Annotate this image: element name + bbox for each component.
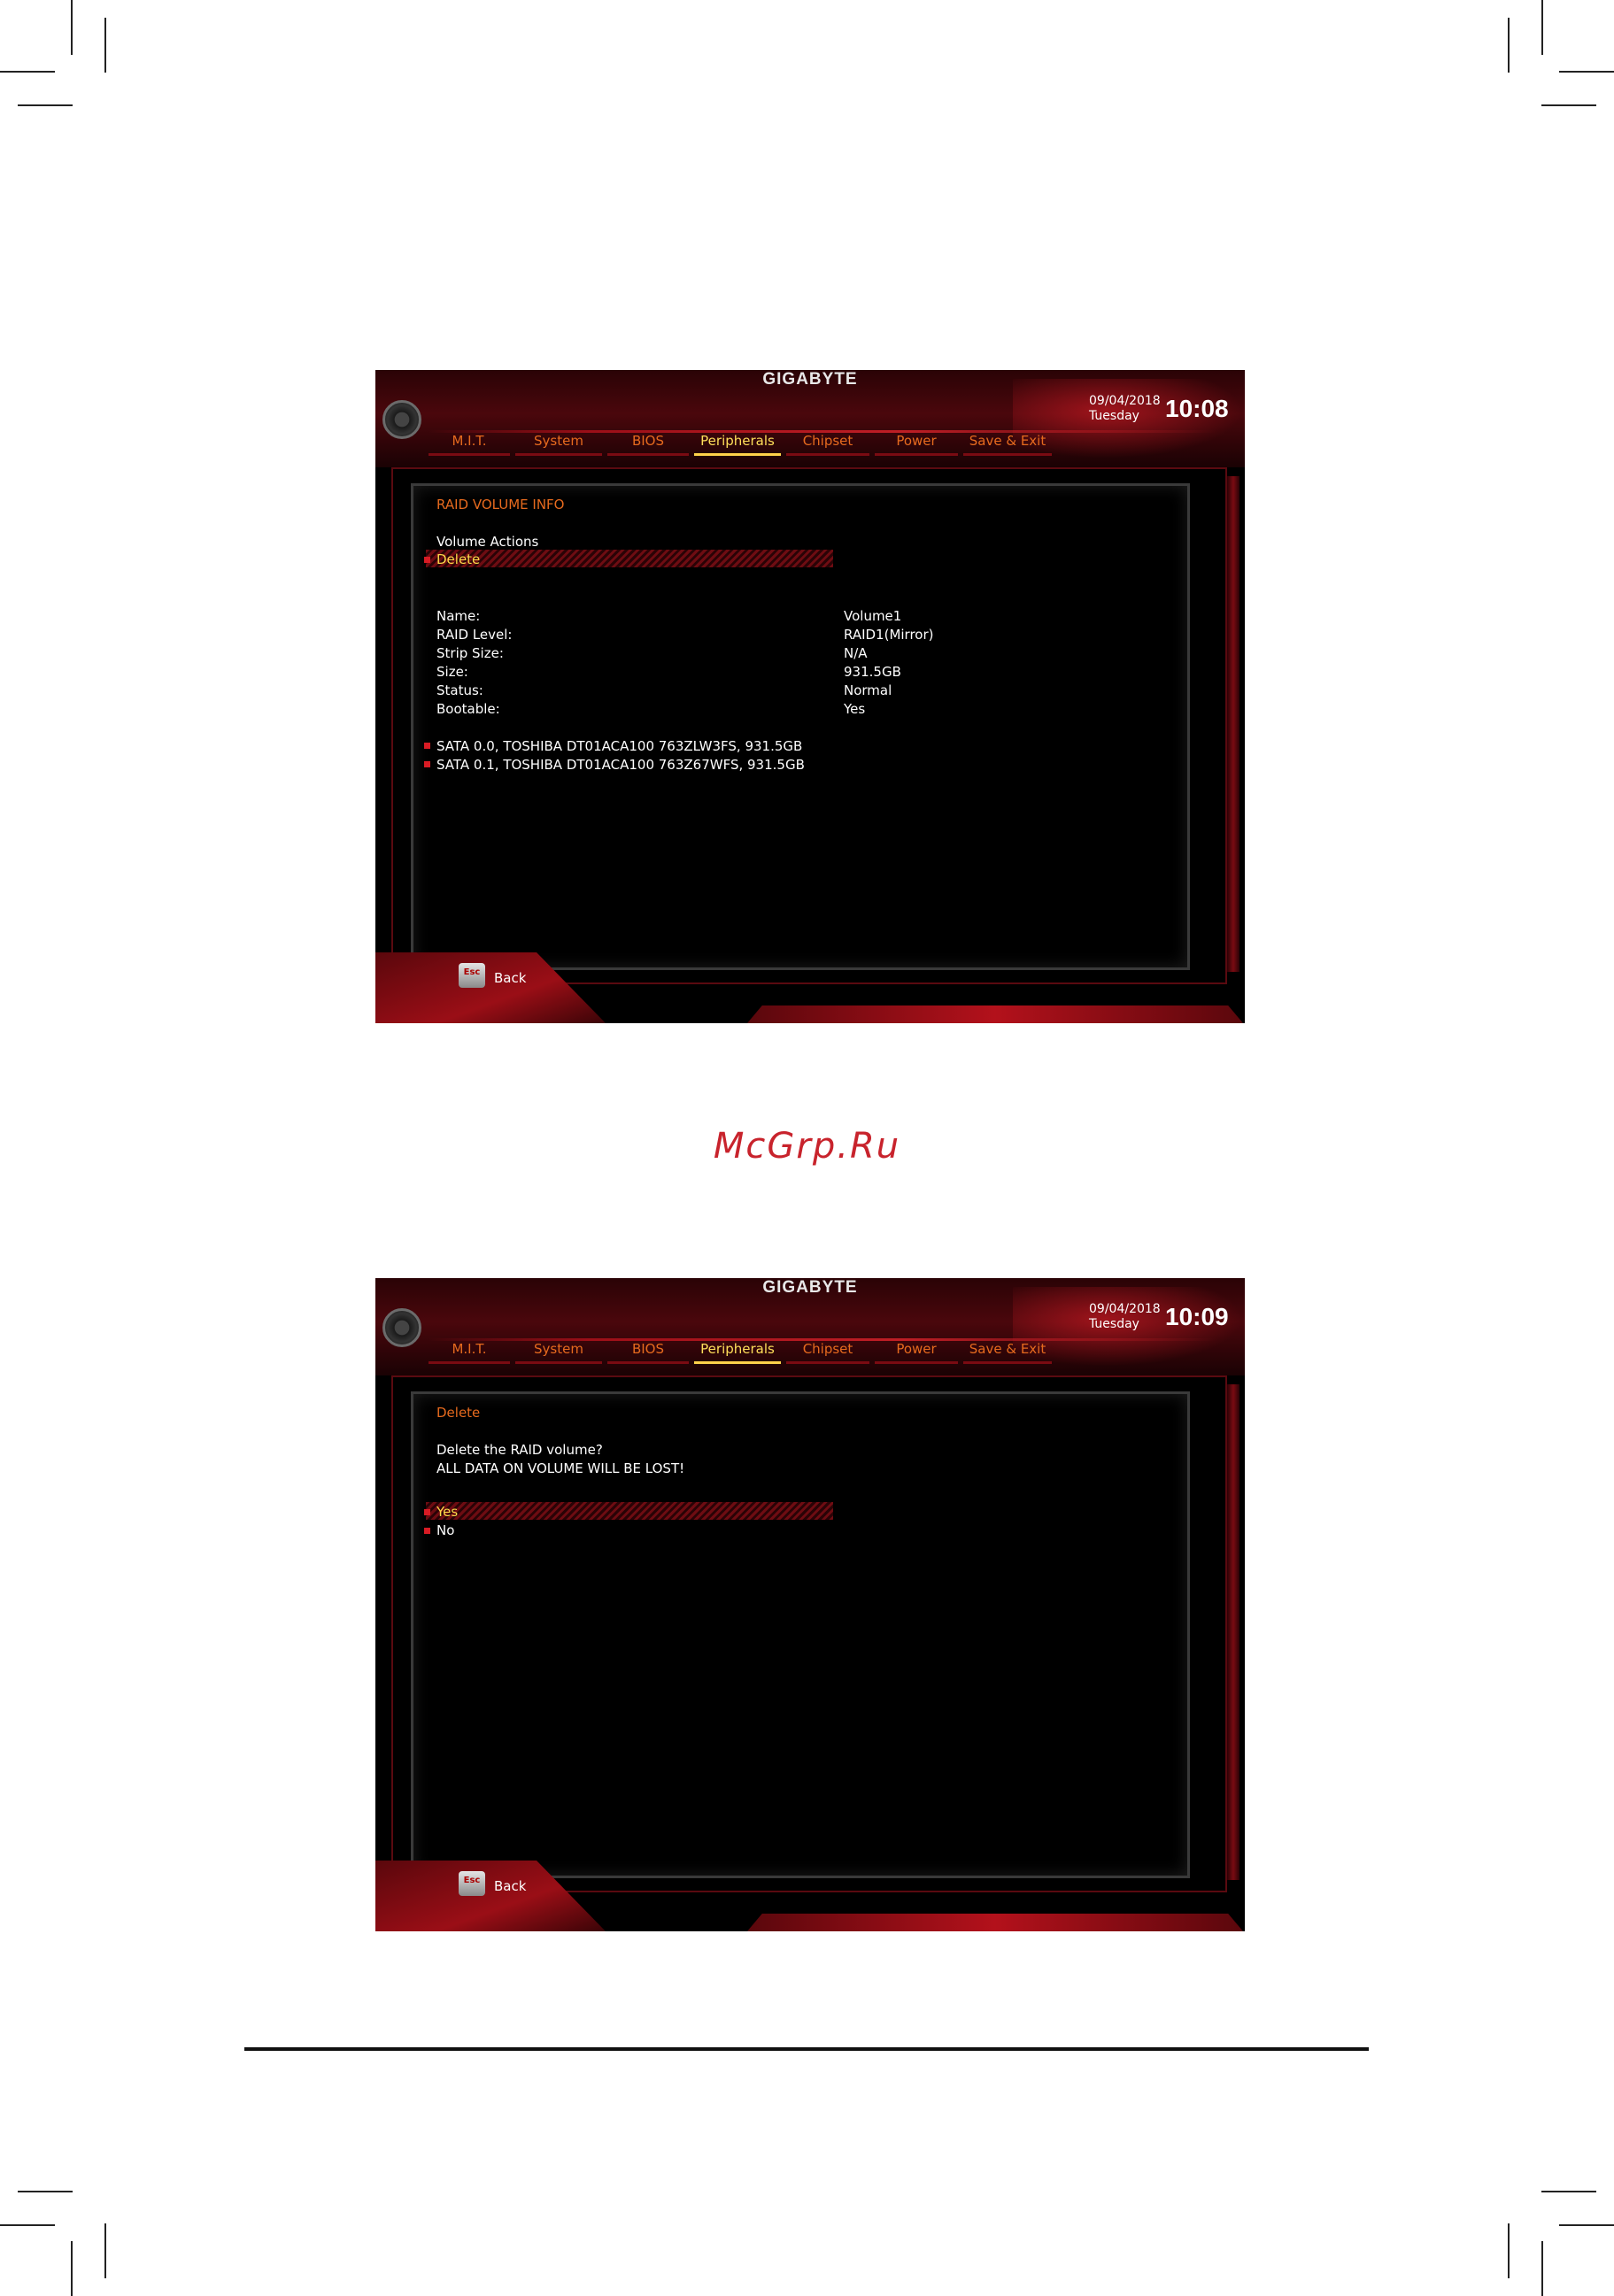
tab-bios[interactable]: BIOS — [607, 1337, 689, 1364]
crop-mark — [1541, 104, 1596, 106]
tab-power[interactable]: Power — [875, 1337, 958, 1364]
date-display: 09/04/2018 Tuesday — [1089, 394, 1161, 424]
watermark: McGrp.Ru — [713, 1126, 901, 1167]
info-label: Name: — [436, 608, 481, 624]
crop-mark — [1541, 2191, 1596, 2192]
menu-tabs: M.I.T. System BIOS Peripherals Chipset P… — [429, 428, 1101, 456]
crop-mark — [18, 2191, 73, 2192]
gear-icon[interactable] — [382, 400, 421, 439]
info-value: Yes — [844, 701, 866, 717]
tab-save-exit[interactable]: Save & Exit — [963, 428, 1052, 456]
info-label: Status: — [436, 682, 483, 698]
esc-key-icon[interactable]: Esc — [459, 1871, 485, 1896]
bios-screen-raid-volume-info: GIGABYTE 09/04/2018 Tuesday 10:08 M.I.T.… — [375, 370, 1245, 1023]
crop-mark — [104, 18, 106, 73]
clock-time: 10:08 — [1165, 395, 1229, 422]
tab-chipset[interactable]: Chipset — [786, 428, 869, 456]
bullet-icon — [424, 557, 430, 563]
crop-mark — [1508, 2223, 1510, 2278]
esc-key-icon[interactable]: Esc — [459, 963, 485, 988]
crop-mark — [0, 2224, 55, 2226]
tab-system[interactable]: System — [515, 428, 602, 456]
bullet-icon — [424, 1528, 430, 1534]
tab-peripherals[interactable]: Peripherals — [694, 1337, 781, 1364]
page-rule — [244, 2047, 1369, 2051]
selection-highlight — [426, 1502, 833, 1520]
info-label: Bootable: — [436, 701, 500, 717]
scrollbar[interactable] — [1227, 1384, 1239, 1880]
footer-strip — [747, 1914, 1243, 1931]
disk-item[interactable]: SATA 0.0, TOSHIBA DT01ACA100 763ZLW3FS, … — [436, 738, 802, 754]
tab-bios[interactable]: BIOS — [607, 428, 689, 456]
tab-mit[interactable]: M.I.T. — [429, 428, 510, 456]
selection-highlight — [426, 550, 833, 567]
tab-peripherals[interactable]: Peripherals — [694, 428, 781, 456]
back-button[interactable]: Back — [494, 970, 526, 986]
info-value: Volume1 — [844, 608, 902, 624]
main-panel: Delete Delete the RAID volume? ALL DATA … — [411, 1391, 1190, 1878]
bios-screen-delete-confirm: GIGABYTE 09/04/2018 Tuesday 10:09 M.I.T.… — [375, 1278, 1245, 1931]
tab-save-exit[interactable]: Save & Exit — [963, 1337, 1052, 1364]
page-title: Delete — [436, 1405, 481, 1421]
day-text: Tuesday — [1089, 1317, 1139, 1331]
crop-mark — [1559, 71, 1614, 73]
crop-mark — [1541, 2241, 1543, 2296]
scrollbar[interactable] — [1227, 476, 1239, 972]
bullet-icon — [424, 1509, 430, 1515]
tab-mit[interactable]: M.I.T. — [429, 1337, 510, 1364]
info-value: Normal — [844, 682, 892, 698]
no-option[interactable]: No — [436, 1522, 454, 1538]
crop-mark — [1559, 2224, 1614, 2226]
crop-mark — [104, 2223, 106, 2278]
gear-icon[interactable] — [382, 1308, 421, 1347]
crop-mark — [71, 2241, 73, 2296]
main-panel: RAID VOLUME INFO Volume Actions Delete N… — [411, 483, 1190, 970]
info-value: 931.5GB — [844, 664, 901, 680]
tab-power[interactable]: Power — [875, 428, 958, 456]
page-title: RAID VOLUME INFO — [436, 497, 565, 512]
section-label: Volume Actions — [436, 534, 539, 550]
day-text: Tuesday — [1089, 409, 1139, 423]
tab-chipset[interactable]: Chipset — [786, 1337, 869, 1364]
bullet-icon — [424, 761, 430, 767]
crop-mark — [1541, 0, 1543, 55]
info-label: RAID Level: — [436, 627, 513, 643]
tab-system[interactable]: System — [515, 1337, 602, 1364]
menu-tabs: M.I.T. System BIOS Peripherals Chipset P… — [429, 1337, 1101, 1364]
footer-strip — [747, 1005, 1243, 1023]
info-label: Strip Size: — [436, 645, 504, 661]
date-text: 09/04/2018 — [1089, 394, 1161, 408]
info-value: RAID1(Mirror) — [844, 627, 934, 643]
brand-logo: GIGABYTE — [762, 1278, 858, 1297]
brand-logo: GIGABYTE — [762, 370, 858, 389]
bullet-icon — [424, 743, 430, 749]
yes-option[interactable]: Yes — [436, 1504, 458, 1520]
prompt-text: Delete the RAID volume? — [436, 1442, 603, 1458]
crop-mark — [18, 104, 73, 106]
date-text: 09/04/2018 — [1089, 1302, 1161, 1316]
delete-option[interactable]: Delete — [436, 551, 480, 567]
info-label: Size: — [436, 664, 468, 680]
warning-text: ALL DATA ON VOLUME WILL BE LOST! — [436, 1460, 685, 1476]
crop-mark — [1508, 18, 1510, 73]
back-button[interactable]: Back — [494, 1878, 526, 1894]
date-display: 09/04/2018 Tuesday — [1089, 1302, 1161, 1332]
crop-mark — [0, 71, 55, 73]
disk-item[interactable]: SATA 0.1, TOSHIBA DT01ACA100 763Z67WFS, … — [436, 757, 805, 773]
crop-mark — [71, 0, 73, 55]
info-value: N/A — [844, 645, 868, 661]
clock-time: 10:09 — [1165, 1303, 1229, 1330]
